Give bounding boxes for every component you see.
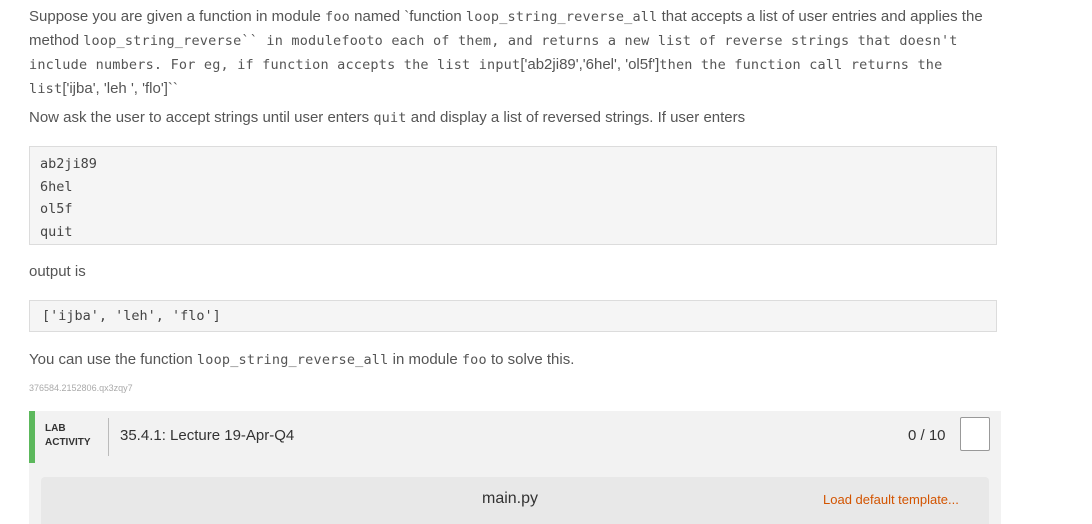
lab-title: 35.4.1: Lecture 19-Apr-Q4 xyxy=(120,427,295,444)
input-example-block: ab2ji89 6hel ol5f quit xyxy=(29,146,997,245)
output-label: output is xyxy=(29,263,86,280)
lab-activity-card: LAB ACTIVITY 35.4.1: Lecture 19-Apr-Q4 0… xyxy=(29,411,1001,524)
input-line: ab2ji89 xyxy=(40,156,97,172)
activity-token: 376584.2152806.qx3zqy7 xyxy=(29,383,133,393)
text-segment: You can use the function xyxy=(29,351,197,368)
question-paragraph-1: Suppose you are given a function in modu… xyxy=(29,5,994,101)
badge-line: ACTIVITY xyxy=(45,437,91,448)
file-name: main.py xyxy=(482,490,539,507)
input-line: ol5f xyxy=(40,201,73,217)
code-segment: loop_string_reverse_all xyxy=(465,9,658,25)
code-segment: foo xyxy=(461,352,487,368)
question-paragraph-2: Now ask the user to accept strings until… xyxy=(29,106,994,130)
badge-line: LAB xyxy=(45,423,66,434)
output-example-block: ['ijba', 'leh', 'flo'] xyxy=(29,300,997,332)
text-segment: ['ab2ji89','6hel', 'ol5f'] xyxy=(520,56,660,73)
text-segment: Suppose you are given a function in modu… xyxy=(29,8,326,25)
lab-activity-badge: LAB ACTIVITY xyxy=(45,422,91,450)
text-segment: in module xyxy=(388,351,462,368)
lab-activity-header: LAB ACTIVITY 35.4.1: Lecture 19-Apr-Q4 0… xyxy=(29,411,1001,463)
code-segment: quit xyxy=(373,110,407,126)
lab-score: 0 / 10 xyxy=(908,427,946,444)
text-segment: and display a list of reversed strings. … xyxy=(406,109,746,126)
header-divider xyxy=(108,418,109,456)
completion-checkbox[interactable] xyxy=(960,417,990,451)
load-default-template-link[interactable]: Load default template... xyxy=(823,492,959,507)
text-segment: named `function xyxy=(350,8,466,25)
input-line: 6hel xyxy=(40,178,73,195)
text-segment: ['ijba', 'leh ', 'flo']`` xyxy=(62,80,178,97)
editor-toolbar: main.py Load default template... xyxy=(41,477,989,524)
lab-accent-bar xyxy=(29,411,35,463)
text-segment: to solve this. xyxy=(486,351,575,368)
code-segment: foo xyxy=(325,9,351,25)
question-paragraph-4: You can use the function loop_string_rev… xyxy=(29,348,574,372)
text-segment: Now ask the user to accept strings until… xyxy=(29,109,374,126)
input-line: quit xyxy=(40,223,73,240)
code-segment: loop_string_reverse_all xyxy=(196,352,389,368)
